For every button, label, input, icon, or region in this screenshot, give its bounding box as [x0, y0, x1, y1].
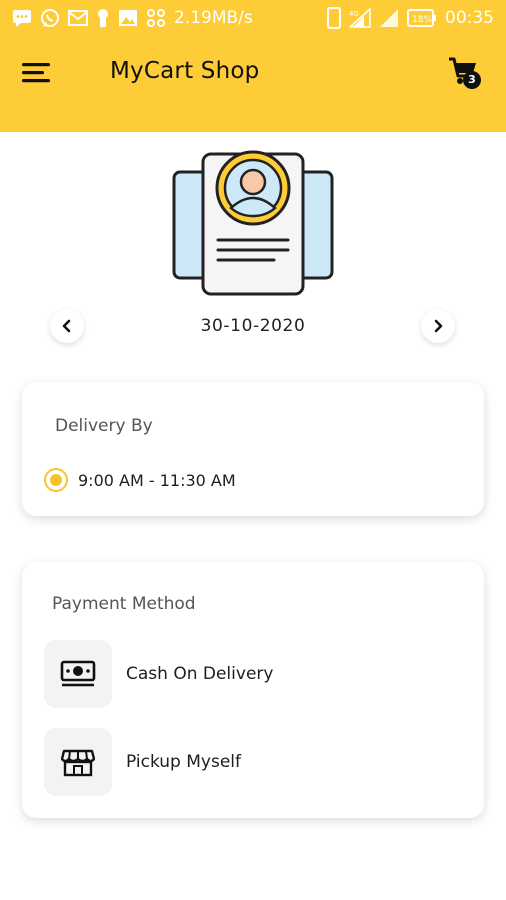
profile-document-illustration — [170, 146, 336, 298]
lock-notification-icon — [96, 8, 110, 28]
phone-vibrate-icon — [327, 7, 341, 29]
image-notification-icon — [118, 9, 138, 27]
cart-button[interactable]: 3 — [446, 54, 486, 94]
network-speed: 2.19MB/s — [174, 8, 253, 28]
message-notification-icon — [12, 9, 32, 27]
next-date-button[interactable] — [421, 309, 455, 343]
battery-icon: 18% — [407, 9, 437, 27]
menu-button[interactable] — [22, 60, 52, 86]
payment-option-pickup-label: Pickup Myself — [126, 752, 241, 772]
chevron-right-icon — [434, 319, 443, 333]
delivery-title: Delivery By — [55, 416, 153, 436]
delivery-slot-label: 9:00 AM - 11:30 AM — [78, 470, 236, 490]
battery-label: 18% — [412, 15, 432, 25]
signal-icon: 4G — [349, 8, 371, 28]
selected-date: 30-10-2020 — [200, 316, 306, 336]
previous-date-button[interactable] — [50, 309, 84, 343]
app-title: MyCart Shop — [110, 58, 260, 84]
chevron-left-icon — [62, 319, 71, 333]
payment-option-pickup[interactable]: Pickup Myself — [44, 728, 241, 796]
cart-count-badge: 3 — [463, 71, 481, 89]
cash-icon — [60, 660, 96, 687]
cash-icon-box — [44, 640, 112, 708]
store-icon — [61, 749, 95, 777]
hamburger-menu-icon — [22, 63, 50, 83]
whatsapp-notification-icon — [40, 8, 60, 28]
app-bar: MyCart Shop 3 — [0, 36, 506, 112]
payment-card: Payment Method Cash On Delivery Pickup M… — [22, 562, 484, 818]
radio-dot — [50, 474, 62, 486]
radio-button-selected[interactable] — [44, 468, 68, 492]
payment-option-cash-label: Cash On Delivery — [126, 664, 274, 684]
status-bar-right: 4G 18% 00:35 — [327, 7, 494, 29]
signal-icon-2 — [379, 8, 399, 28]
gmail-notification-icon — [68, 10, 88, 26]
app-header: 2.19MB/s 4G 18% 00:35 MyCart Shop 3 — [0, 0, 506, 132]
clock: 00:35 — [445, 8, 494, 28]
store-icon-box — [44, 728, 112, 796]
lte-label: 4G — [349, 10, 359, 18]
delivery-slot-option[interactable]: 9:00 AM - 11:30 AM — [44, 468, 236, 492]
payment-title: Payment Method — [52, 594, 196, 614]
delivery-card: Delivery By 9:00 AM - 11:30 AM — [22, 382, 484, 516]
payment-option-cash[interactable]: Cash On Delivery — [44, 640, 273, 708]
share-notification-icon — [146, 8, 166, 28]
status-bar-left: 2.19MB/s — [12, 8, 253, 28]
status-bar: 2.19MB/s 4G 18% 00:35 — [0, 0, 506, 36]
